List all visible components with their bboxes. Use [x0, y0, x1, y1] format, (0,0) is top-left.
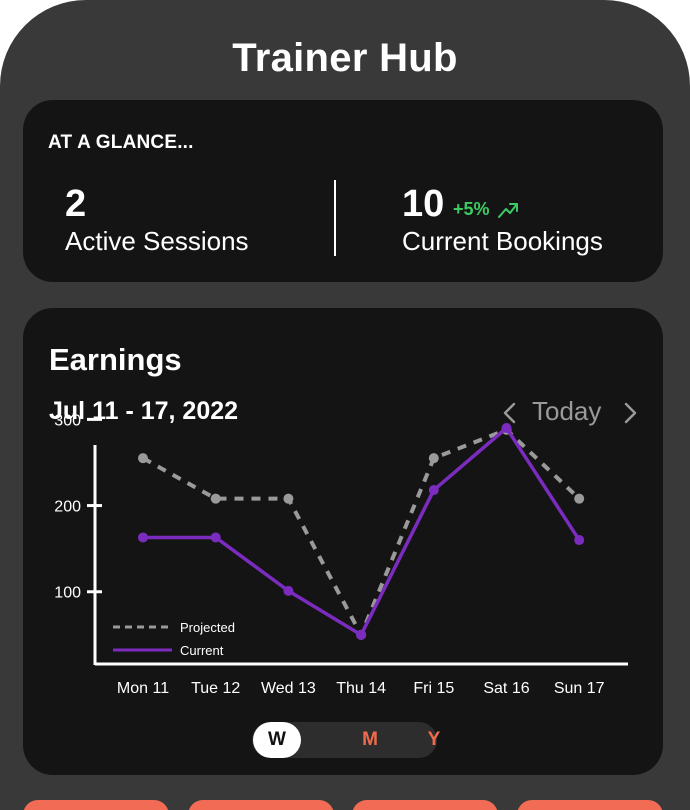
trend-up-icon	[498, 203, 518, 218]
legend-label: Projected	[180, 620, 235, 635]
period-option-w[interactable]: W	[253, 722, 301, 758]
bottom-action-button-1[interactable]	[23, 800, 169, 810]
phone-screen: Trainer Hub AT A GLANCE... 2 Active Sess…	[0, 0, 690, 810]
active-sessions-value: 2	[65, 183, 87, 225]
current-bookings-value: 10	[402, 183, 445, 225]
x-tick-label: Tue 12	[191, 680, 240, 697]
earnings-chart: 100 200 300 Mon 11 Tue 12 Wed 13 Thu 14 Fri 15…	[54, 412, 628, 697]
projected-series-line	[142, 427, 581, 637]
app-title: Trainer Hub	[232, 36, 458, 80]
bottom-action-button-3[interactable]	[352, 800, 498, 810]
current-data-point	[574, 535, 585, 546]
active-sessions-label: Active Sessions	[65, 226, 249, 256]
x-tick-label: Thu 14	[336, 680, 386, 697]
current-bookings-label: Current Bookings	[402, 226, 603, 256]
x-tick-label: Fri 15	[413, 680, 454, 697]
current-data-point	[501, 423, 512, 434]
x-tick-label: Mon 11	[117, 680, 169, 697]
x-tick-label: Sat 16	[483, 680, 529, 697]
x-tick-label: Sun 17	[554, 680, 605, 697]
projected-data-point	[428, 453, 439, 464]
legend-label: Current	[180, 643, 224, 658]
period-option-m[interactable]: M	[345, 722, 395, 758]
bookings-trend: +5%	[453, 199, 490, 219]
bottom-action-button-4[interactable]	[517, 800, 663, 810]
projected-data-point	[210, 493, 221, 504]
x-tick-label: Wed 13	[261, 680, 316, 697]
current-data-point	[356, 629, 367, 640]
earnings-card: Earnings Jul 11 - 17, 2022 Today 100 200 3…	[23, 308, 663, 775]
period-option-y[interactable]: Y	[409, 722, 459, 758]
current-data-point	[283, 585, 294, 596]
current-data-point	[428, 485, 439, 496]
projected-data-point	[138, 453, 148, 464]
y-tick-label: 300	[54, 412, 81, 429]
period-toggle: WMY	[252, 722, 440, 758]
projected-data-point	[574, 493, 585, 504]
current-series-line	[143, 426, 581, 637]
stats-divider	[334, 180, 336, 256]
y-tick-label: 200	[54, 499, 81, 516]
current-data-point	[210, 532, 221, 543]
projected-data-point	[283, 493, 294, 504]
bottom-action-button-2[interactable]	[188, 800, 334, 810]
current-data-point	[138, 532, 148, 543]
y-tick-label: 100	[54, 585, 81, 602]
glance-heading: AT A GLANCE...	[48, 132, 194, 153]
at-a-glance-card: AT A GLANCE... 2 Active Sessions 10 +5% …	[23, 100, 663, 282]
